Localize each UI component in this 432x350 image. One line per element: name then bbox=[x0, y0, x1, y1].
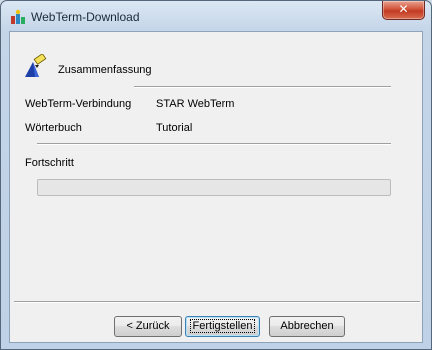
cancel-button[interactable]: Abbrechen bbox=[269, 316, 345, 337]
progress-label: Fortschritt bbox=[25, 157, 74, 169]
connection-value: STAR WebTerm bbox=[156, 98, 235, 110]
back-button[interactable]: < Zurück bbox=[114, 316, 182, 337]
summary-separator bbox=[37, 143, 391, 145]
footer-separator bbox=[14, 301, 420, 303]
connection-label: WebTerm-Verbindung bbox=[25, 98, 132, 110]
window-title: WebTerm-Download bbox=[31, 10, 140, 24]
dialog-window: WebTerm-Download ✕ Zusammenfassung WebTe… bbox=[0, 0, 432, 350]
title-bar[interactable]: WebTerm-Download ✕ bbox=[1, 1, 431, 31]
progress-bar bbox=[37, 179, 391, 196]
back-button-label: < Zurück bbox=[126, 320, 170, 332]
wizard-pen-icon bbox=[24, 53, 48, 78]
app-icon bbox=[10, 9, 26, 25]
dictionary-value: Tutorial bbox=[156, 122, 193, 134]
dictionary-label: Wörterbuch bbox=[25, 122, 82, 134]
close-button[interactable]: ✕ bbox=[382, 1, 425, 20]
finish-button-label: Fertigstellen bbox=[189, 319, 256, 333]
header-separator bbox=[134, 86, 391, 88]
cancel-button-label: Abbrechen bbox=[280, 320, 334, 332]
dialog-body: Zusammenfassung WebTerm-Verbindung STAR … bbox=[9, 31, 423, 343]
finish-button[interactable]: Fertigstellen bbox=[185, 316, 260, 337]
section-title: Zusammenfassung bbox=[58, 64, 152, 76]
